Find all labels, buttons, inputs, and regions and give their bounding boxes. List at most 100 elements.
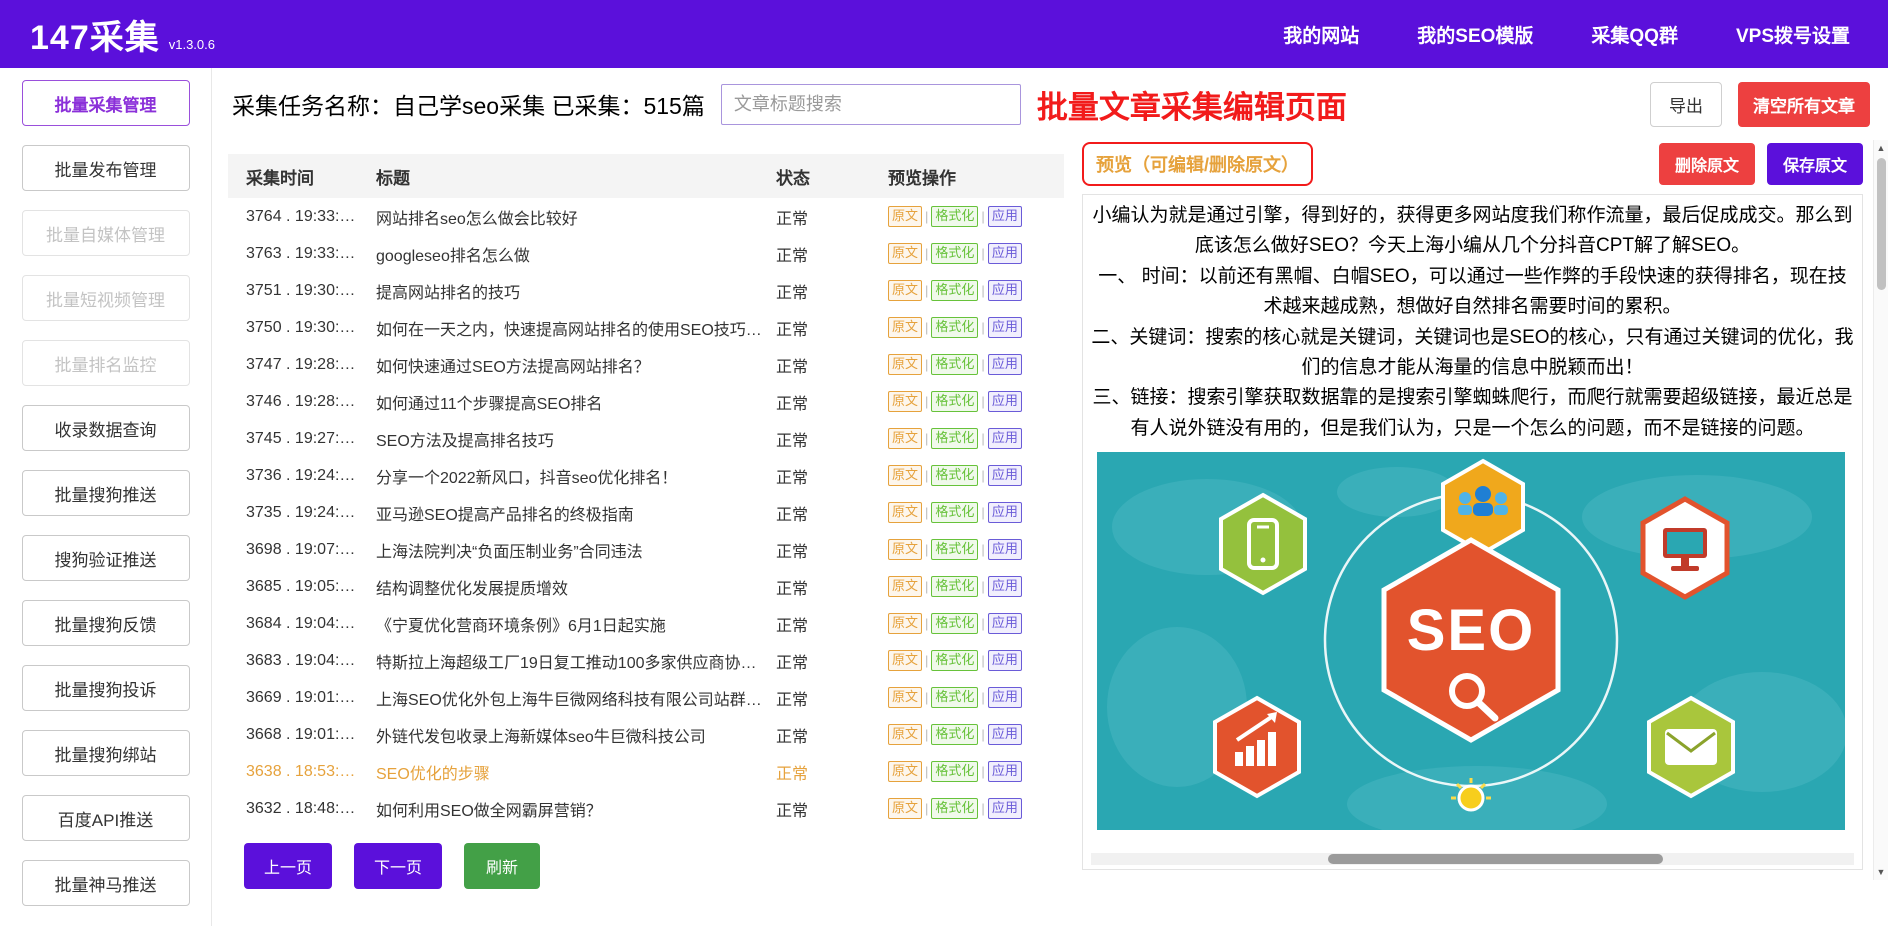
- save-original-button[interactable]: 保存原文: [1767, 143, 1863, 185]
- original-link[interactable]: 原文: [888, 650, 922, 670]
- original-link[interactable]: 原文: [888, 761, 922, 781]
- apply-link[interactable]: 应用: [988, 391, 1022, 411]
- original-link[interactable]: 原文: [888, 724, 922, 744]
- format-link[interactable]: 格式化: [931, 317, 978, 337]
- table-row[interactable]: 3764 . 19:33:…网站排名seo怎么做会比较好正常原文|格式化|应用: [228, 198, 1064, 235]
- format-link[interactable]: 格式化: [931, 761, 978, 781]
- table-row[interactable]: 3698 . 19:07:…上海法院判决“负面压制业务”合同违法正常原文|格式化…: [228, 531, 1064, 568]
- table-row[interactable]: 3750 . 19:30:…如何在一天之内，快速提高网站排名的使用SEO技巧…正…: [228, 309, 1064, 346]
- original-link[interactable]: 原文: [888, 206, 922, 226]
- export-button[interactable]: 导出: [1650, 82, 1722, 127]
- format-link[interactable]: 格式化: [931, 280, 978, 300]
- clear-all-articles-button[interactable]: 清空所有文章: [1738, 82, 1870, 127]
- scroll-down-icon[interactable]: ▼: [1877, 864, 1886, 880]
- nav-item[interactable]: 采集QQ群: [1591, 21, 1678, 48]
- format-link[interactable]: 格式化: [931, 650, 978, 670]
- next-page-button[interactable]: 下一页: [354, 843, 442, 889]
- sidebar-item[interactable]: 批量搜狗投诉: [22, 665, 190, 711]
- table-row[interactable]: 3632 . 18:48:…如何利用SEO做全网霸屏营销？正常原文|格式化|应用: [228, 790, 1064, 827]
- apply-link[interactable]: 应用: [988, 724, 1022, 744]
- apply-link[interactable]: 应用: [988, 280, 1022, 300]
- original-link[interactable]: 原文: [888, 798, 922, 818]
- table-row[interactable]: 3746 . 19:28:…如何通过11个步骤提高SEO排名正常原文|格式化|应…: [228, 383, 1064, 420]
- original-link[interactable]: 原文: [888, 687, 922, 707]
- format-link[interactable]: 格式化: [931, 354, 978, 374]
- table-row[interactable]: 3669 . 19:01:…上海SEO优化外包上海牛巨微网络科技有限公司站群…正…: [228, 679, 1064, 716]
- nav-item[interactable]: 我的网站: [1283, 21, 1359, 48]
- sidebar-item[interactable]: 收录数据查询: [22, 405, 190, 451]
- apply-link[interactable]: 应用: [988, 613, 1022, 633]
- sidebar-item[interactable]: 搜狗验证推送: [22, 535, 190, 581]
- table-row[interactable]: 3685 . 19:05:…结构调整优化发展提质增效正常原文|格式化|应用: [228, 568, 1064, 605]
- format-link[interactable]: 格式化: [931, 613, 978, 633]
- sidebar-item[interactable]: 百度API推送: [22, 795, 190, 841]
- sidebar-item[interactable]: 批量采集管理: [22, 80, 190, 126]
- table-row[interactable]: 3735 . 19:24:…亚马逊SEO提高产品排名的终极指南正常原文|格式化|…: [228, 494, 1064, 531]
- horizontal-scrollbar-thumb[interactable]: [1328, 854, 1664, 864]
- apply-link[interactable]: 应用: [988, 354, 1022, 374]
- apply-link[interactable]: 应用: [988, 206, 1022, 226]
- original-link[interactable]: 原文: [888, 317, 922, 337]
- table-row[interactable]: 3683 . 19:04:…特斯拉上海超级工厂19日复工推动100多家供应商协……: [228, 642, 1064, 679]
- apply-link[interactable]: 应用: [988, 465, 1022, 485]
- preview-text[interactable]: 小编认为就是通过引擎，得到好的，获得更多网站度我们称作流量，最后促成成交。那么到…: [1091, 201, 1854, 444]
- separator: |: [925, 690, 928, 705]
- original-link[interactable]: 原文: [888, 243, 922, 263]
- apply-link[interactable]: 应用: [988, 502, 1022, 522]
- original-link[interactable]: 原文: [888, 391, 922, 411]
- format-link[interactable]: 格式化: [931, 391, 978, 411]
- scroll-up-icon[interactable]: ▲: [1877, 140, 1886, 156]
- apply-link[interactable]: 应用: [988, 576, 1022, 596]
- table-row[interactable]: 3736 . 19:24:…分享一个2022新风口，抖音seo优化排名！正常原文…: [228, 457, 1064, 494]
- apply-link[interactable]: 应用: [988, 539, 1022, 559]
- original-link[interactable]: 原文: [888, 465, 922, 485]
- vertical-scrollbar-thumb[interactable]: [1877, 158, 1886, 290]
- format-link[interactable]: 格式化: [931, 724, 978, 744]
- original-link[interactable]: 原文: [888, 280, 922, 300]
- format-link[interactable]: 格式化: [931, 465, 978, 485]
- apply-link[interactable]: 应用: [988, 798, 1022, 818]
- horizontal-scrollbar[interactable]: [1091, 853, 1854, 865]
- nav-item[interactable]: VPS拨号设置: [1736, 21, 1850, 48]
- format-link[interactable]: 格式化: [931, 502, 978, 522]
- original-link[interactable]: 原文: [888, 539, 922, 559]
- delete-original-button[interactable]: 删除原文: [1659, 143, 1755, 185]
- table-row[interactable]: 3745 . 19:27:…SEO方法及提高排名技巧正常原文|格式化|应用: [228, 420, 1064, 457]
- table-row[interactable]: 3668 . 19:01:…外链代发包收录上海新媒体seo牛巨微科技公司正常原文…: [228, 716, 1064, 753]
- sidebar-item[interactable]: 批量发布管理: [22, 145, 190, 191]
- table-row[interactable]: 3747 . 19:28:…如何快速通过SEO方法提高网站排名？正常原文|格式化…: [228, 346, 1064, 383]
- format-link[interactable]: 格式化: [931, 539, 978, 559]
- table-row[interactable]: 3751 . 19:30:…提高网站排名的技巧正常原文|格式化|应用: [228, 272, 1064, 309]
- vertical-scrollbar[interactable]: ▲ ▼: [1873, 140, 1888, 880]
- apply-link[interactable]: 应用: [988, 687, 1022, 707]
- refresh-button[interactable]: 刷新: [464, 843, 540, 889]
- format-link[interactable]: 格式化: [931, 798, 978, 818]
- format-link[interactable]: 格式化: [931, 428, 978, 448]
- format-link[interactable]: 格式化: [931, 206, 978, 226]
- article-title-search-input[interactable]: [721, 84, 1021, 125]
- prev-page-button[interactable]: 上一页: [244, 843, 332, 889]
- sidebar-item[interactable]: 批量搜狗绑站: [22, 730, 190, 776]
- format-link[interactable]: 格式化: [931, 687, 978, 707]
- original-link[interactable]: 原文: [888, 502, 922, 522]
- sidebar-item[interactable]: 批量搜狗反馈: [22, 600, 190, 646]
- original-link[interactable]: 原文: [888, 354, 922, 374]
- apply-link[interactable]: 应用: [988, 428, 1022, 448]
- original-link[interactable]: 原文: [888, 428, 922, 448]
- original-link[interactable]: 原文: [888, 613, 922, 633]
- sidebar-item[interactable]: 批量神马推送: [22, 860, 190, 906]
- table-row[interactable]: 3638 . 18:53:…SEO优化的步骤正常原文|格式化|应用: [228, 753, 1064, 790]
- format-link[interactable]: 格式化: [931, 243, 978, 263]
- row-time: 3747 . 19:28:…: [228, 356, 376, 374]
- table-row[interactable]: 3684 . 19:04:…《宁夏优化营商环境条例》6月1日起实施正常原文|格式…: [228, 605, 1064, 642]
- original-link[interactable]: 原文: [888, 576, 922, 596]
- nav-item[interactable]: 我的SEO模版: [1417, 21, 1533, 48]
- preview-body[interactable]: 小编认为就是通过引擎，得到好的，获得更多网站度我们称作流量，最后促成成交。那么到…: [1082, 194, 1863, 870]
- apply-link[interactable]: 应用: [988, 650, 1022, 670]
- apply-link[interactable]: 应用: [988, 761, 1022, 781]
- apply-link[interactable]: 应用: [988, 243, 1022, 263]
- table-row[interactable]: 3763 . 19:33:…googleseo排名怎么做正常原文|格式化|应用: [228, 235, 1064, 272]
- format-link[interactable]: 格式化: [931, 576, 978, 596]
- apply-link[interactable]: 应用: [988, 317, 1022, 337]
- sidebar-item[interactable]: 批量搜狗推送: [22, 470, 190, 516]
